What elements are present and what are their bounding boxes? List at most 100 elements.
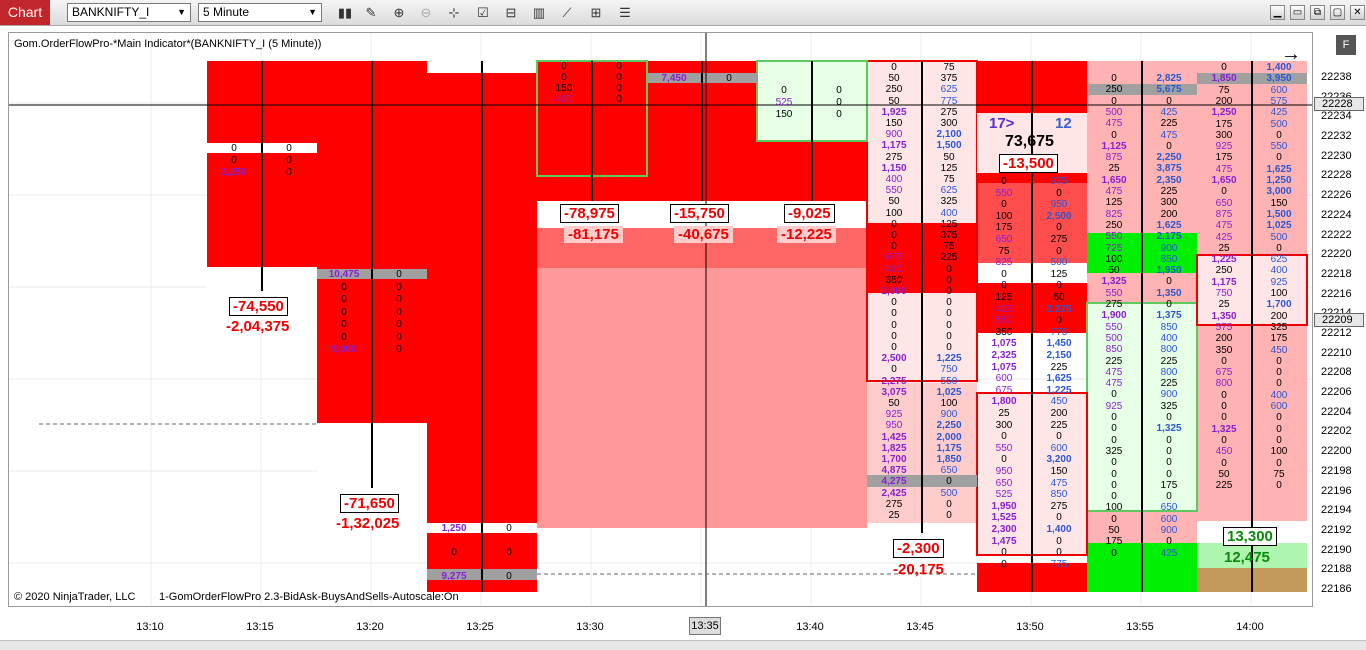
imbalance-ratio: 17> <box>989 115 1015 132</box>
time-label: 13:55 <box>1126 621 1154 633</box>
footprint-cell: 400 <box>1270 389 1288 401</box>
footprint-cell: 0 <box>341 319 347 330</box>
footprint-cell: 3,200 <box>1046 454 1072 466</box>
footprint-cell: 425 <box>995 303 1013 315</box>
price-label: 22206 <box>1321 386 1352 399</box>
footprint-cell: 0 <box>286 167 292 178</box>
footprint-cell: 275 <box>940 106 958 118</box>
chart-tab[interactable]: Chart <box>0 0 50 25</box>
footprint-cell: 1,625 <box>1046 373 1072 385</box>
restore-button[interactable]: ▭ <box>1290 5 1305 20</box>
footprint-cell: 2,275 <box>1046 303 1072 315</box>
footprint-cell: 2,000 <box>881 286 907 297</box>
footprint-cell: 0 <box>1001 199 1007 211</box>
footprint-cell: 325 <box>940 196 958 208</box>
minimize-button[interactable]: ▁ <box>1270 5 1285 20</box>
bar-cum-delta: -40,675 <box>674 226 733 243</box>
price-label: 22198 <box>1321 464 1352 477</box>
indicators-icon[interactable]: ▥ <box>530 4 548 22</box>
footprint-cell: 475 <box>1105 118 1123 130</box>
footprint-cell: 900 <box>940 409 958 421</box>
footprint-cell: 900 <box>1160 242 1178 254</box>
arrow-right-icon[interactable]: → <box>1281 43 1301 66</box>
instrument-value: BANKNIFTY_I <box>72 5 150 19</box>
footprint-cell: 850 <box>1160 321 1178 333</box>
footprint-cell: 75 <box>998 245 1010 257</box>
footprint-cell: 1,225 <box>1211 254 1237 266</box>
footprint-cell: 225 <box>1160 378 1178 390</box>
footprint-cell: 825 <box>995 257 1013 269</box>
footprint-cell: 675 <box>885 252 903 264</box>
footprint-cell: 900 <box>885 129 903 141</box>
footprint-cell: 0 <box>946 263 952 275</box>
footprint-cell: 675 <box>995 384 1013 396</box>
chart-trader-icon[interactable]: ⊞ <box>587 4 605 22</box>
footprint-cell: 200 <box>1160 208 1178 220</box>
interval-selector[interactable]: 5 Minute ▼ <box>198 3 322 22</box>
bar-delta-box: -2,300 <box>893 539 944 558</box>
footprint-cell: 275 <box>1050 500 1068 512</box>
footprint-cell: 375 <box>940 73 958 85</box>
close-button[interactable]: ✕ <box>1350 5 1365 20</box>
draw-icon[interactable]: ✎ <box>362 4 380 22</box>
price-axis[interactable]: F 22238222362223422232222302222822226222… <box>1313 32 1366 607</box>
more-icon[interactable]: ☰ <box>616 4 634 22</box>
footprint-cell: 775 <box>940 95 958 107</box>
price-last-tag: 22209 <box>1314 313 1364 327</box>
maximize-button[interactable]: ⧉ <box>1310 5 1325 20</box>
footprint-cell: 0 <box>1276 378 1282 390</box>
footprint-cell: 0 <box>1056 431 1062 443</box>
footprint-cell: 325 <box>1160 400 1178 412</box>
footprint-cell: 675 <box>1215 367 1233 379</box>
footprint-cell: 225 <box>1160 186 1178 197</box>
properties-icon[interactable]: ☑ <box>474 4 492 22</box>
footprint-cell: 425 <box>1215 231 1233 243</box>
zoom-out-icon[interactable]: ⊖ <box>417 4 435 22</box>
footprint-cell: 0 <box>836 97 842 108</box>
price-label: 22224 <box>1321 208 1352 221</box>
footprint-cell: 300 <box>995 419 1013 431</box>
footprint-cell: 800 <box>1160 344 1178 356</box>
footprint-cell: 0 <box>836 85 842 96</box>
time-label: 13:40 <box>796 621 824 633</box>
zoom-in-icon[interactable]: ⊕ <box>390 4 408 22</box>
footprint-cell: 50 <box>1218 468 1230 480</box>
footprint-cell: 1,900 <box>1101 310 1127 322</box>
footprint-cell: 50 <box>888 73 900 85</box>
time-axis[interactable]: 13:10 13:15 13:20 13:25 13:30 13:40 13:45 13:50… <box>8 607 1313 640</box>
price-label: 22190 <box>1321 543 1352 556</box>
strategies-icon[interactable]: ⟋ <box>558 4 576 22</box>
footprint-cell: 650 <box>940 465 958 477</box>
chart-panel[interactable]: 0 0 0 0 2,250 0 10,475 0 0 0 0 0 0 0 0 0 0 0 9,900 0 1,250 0 0… <box>8 32 1313 607</box>
footprint-cell: 175 <box>1160 479 1178 491</box>
crosshair-icon[interactable]: ⊹ <box>445 4 463 22</box>
footprint-cell: 2,300 <box>991 524 1017 535</box>
footprint-cell: 950 <box>1050 199 1068 211</box>
footprint-cell: 100 <box>1270 288 1288 299</box>
instrument-selector[interactable]: BANKNIFTY_I ▼ <box>67 3 191 22</box>
bar-type-icon[interactable]: ▮▮ <box>336 4 354 22</box>
footprint-cell: 900 <box>1160 389 1178 401</box>
footprint-cell: 0 <box>1001 547 1007 559</box>
pin-button[interactable]: ▢ <box>1330 5 1345 20</box>
footprint-cell: 0 <box>616 61 622 72</box>
footprint-cell: 0 <box>1166 276 1172 288</box>
f-button[interactable]: F <box>1336 35 1356 55</box>
horizontal-scrollbar[interactable] <box>0 640 1366 650</box>
footprint-cell: 400 <box>555 94 573 105</box>
footprint-cell: 0 <box>561 61 567 72</box>
time-label: 14:00 <box>1236 621 1264 633</box>
footprint-cell: 500 <box>1105 106 1123 118</box>
footprint-cell: 9,275 <box>441 571 467 582</box>
footprint-cell: 1,250 <box>1211 107 1237 119</box>
data-box-icon[interactable]: ⊟ <box>502 4 520 22</box>
footprint-cell: 0 <box>396 281 402 293</box>
footprint-cell: 575 <box>1270 95 1288 107</box>
footprint-cell: 0 <box>946 476 952 488</box>
footprint-cell: 775 <box>1050 558 1068 570</box>
footprint-cell: 0 <box>891 218 897 230</box>
bar-cum-delta: -20,175 <box>893 561 944 578</box>
footprint-cell: 1,475 <box>991 535 1017 547</box>
footprint-cell: 7,450 <box>661 73 687 84</box>
footprint-cell: 150 <box>885 118 903 129</box>
